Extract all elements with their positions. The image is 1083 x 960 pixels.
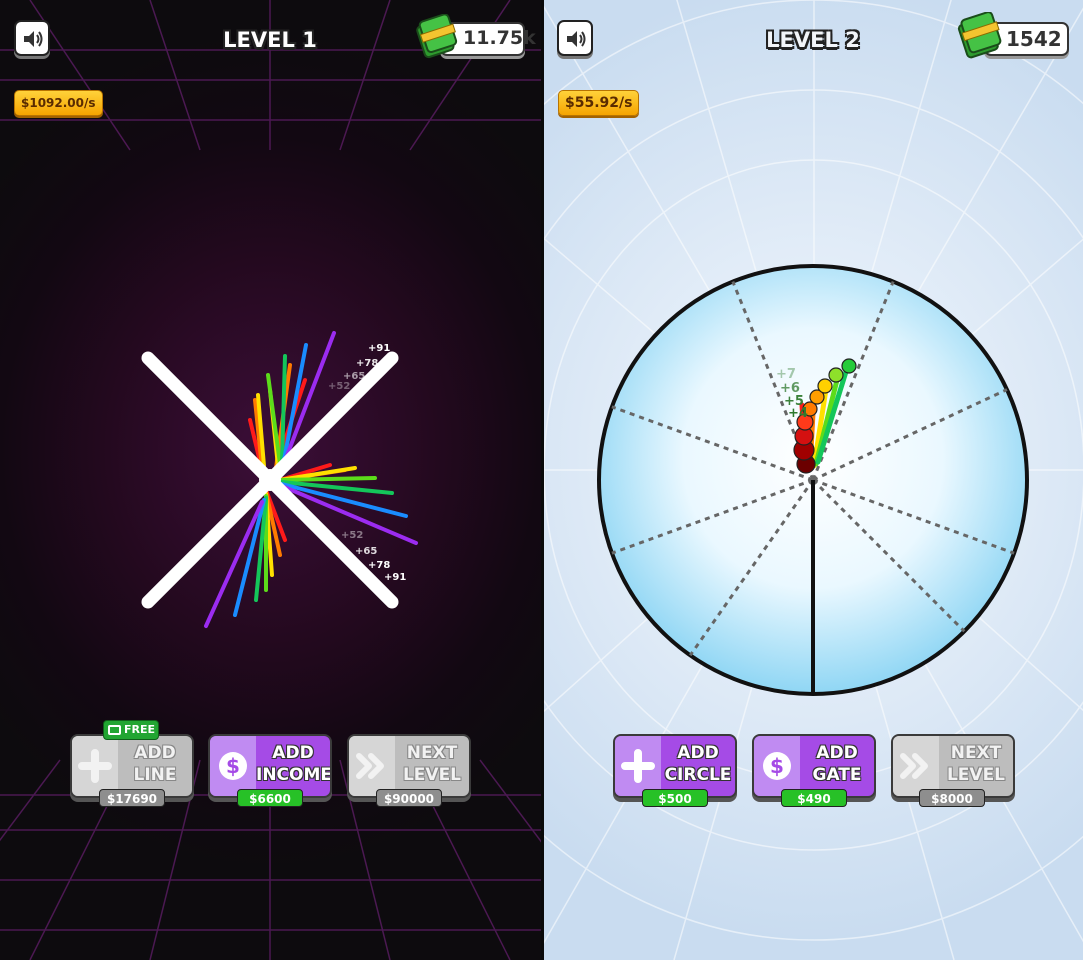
gain-label: +52 [328, 381, 350, 392]
add-circle-price: $500 [642, 789, 708, 807]
video-ad-icon [108, 725, 121, 735]
trail-line [266, 373, 282, 466]
next-level-label: NEXT LEVEL [402, 743, 462, 785]
gain-label: +78 [368, 560, 390, 571]
spinner-play-area[interactable]: +91+78+65+52+52+65+78+91 [0, 0, 541, 700]
add-income-label: ADD INCOME [256, 743, 332, 785]
next-level-label: NEXT LEVEL [946, 743, 1006, 785]
svg-text:$: $ [226, 754, 240, 778]
level-2-screen: LEVEL 2 1542 $55.92/s +7 +6 +5 +4 ADD CIRCL… [544, 0, 1083, 960]
double-chevron-right-icon [900, 753, 928, 779]
spinner-hub [259, 469, 281, 491]
double-chevron-right-icon [356, 753, 384, 779]
ball [828, 367, 844, 383]
next-level-price: $8000 [919, 789, 985, 807]
spinner-group: +91+78+65+52+52+65+78+91 [141, 331, 418, 628]
trail-line [280, 476, 377, 482]
gain-label: +91 [368, 343, 390, 354]
gain-label: +7 [776, 367, 796, 382]
plus-icon [621, 749, 655, 783]
add-gate-price: $490 [781, 789, 847, 807]
plus-icon [78, 749, 112, 783]
gain-label: +65 [355, 546, 377, 557]
add-circle-label: ADD CIRCLE [664, 743, 732, 785]
gain-label: +52 [341, 530, 363, 541]
add-gate-label: ADD GATE [812, 743, 862, 785]
dollar-coin-icon: $ [763, 752, 791, 780]
next-level-price: $90000 [376, 789, 442, 807]
circle-play-area[interactable]: +7+6+5+4 [544, 0, 1083, 720]
gain-label: +78 [356, 358, 378, 369]
add-line-price: $17690 [99, 789, 165, 807]
add-income-price: $6600 [237, 789, 303, 807]
dollar-coin-icon: $ [219, 752, 247, 780]
ball [817, 378, 833, 394]
add-line-label: ADD LINE [133, 743, 177, 785]
free-ad-badge[interactable]: FREE [103, 720, 159, 740]
svg-text:$: $ [770, 754, 784, 778]
gain-label: +4 [788, 406, 808, 421]
ball [841, 358, 857, 374]
level-1-screen: LEVEL 1 11.75k $1092.00/s +91 +78 +65 +52 +5… [0, 0, 541, 960]
free-badge-label: FREE [124, 723, 156, 736]
gain-label: +91 [384, 572, 406, 583]
